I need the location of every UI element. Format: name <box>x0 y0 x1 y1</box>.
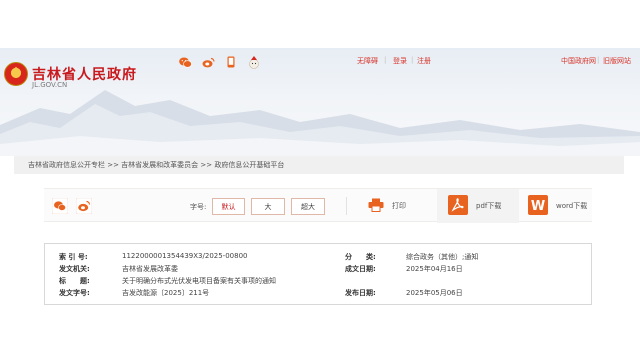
date-value: 2025年04月16日 <box>406 265 463 273</box>
index-value: 112200000135443​9X3/2025-00800 <box>122 252 248 260</box>
breadcrumb-bar: 吉林省政府信息公开专栏 >> 吉林省发展和改革委员会 >> 政府信息公开基础平台 <box>14 156 624 174</box>
word-download-button[interactable]: W word下载 <box>528 195 587 217</box>
pdf-icon <box>448 195 468 217</box>
weibo-icon[interactable] <box>201 55 215 69</box>
register-link[interactable]: 注册 <box>417 56 431 66</box>
page: 吉林省人民政府 JL.GOV.CN 无障碍 | 登录 | 注册 中国政府网 | … <box>0 0 640 360</box>
toolbar-divider <box>346 197 347 215</box>
font-default-button[interactable]: 默认 <box>212 198 245 215</box>
document-info-table: 索 引 号: 112200000135443​9X3/2025-00800 分 … <box>44 243 592 305</box>
print-label: 打印 <box>392 202 406 210</box>
link-separator: | <box>597 56 600 64</box>
printer-icon <box>368 198 384 214</box>
national-emblem-icon <box>4 62 28 86</box>
font-xlarge-button[interactable]: 超大 <box>291 198 325 215</box>
site-domain: JL.GOV.CN <box>32 81 68 89</box>
title-value: 关于明确分布式光伏发电项目备案有关事项的通知 <box>122 277 276 285</box>
docno-value: 吉发改能源〔2025〕211号 <box>122 289 210 297</box>
info-row: 索 引 号: 112200000135443​9X3/2025-00800 分 … <box>45 252 593 264</box>
svg-text:W: W <box>531 199 545 214</box>
mascot-icon[interactable] <box>247 55 261 69</box>
info-row: 标 题: 关于明确分布式光伏发电项目备案有关事项的通知 <box>45 276 593 288</box>
article-toolbar: 字号: 默认 大 超大 打印 pdf下载 W word下载 <box>44 188 592 223</box>
print-button[interactable]: 打印 <box>368 195 406 217</box>
publish-label: 发布日期: <box>345 289 376 297</box>
word-label: word下载 <box>556 202 588 210</box>
link-separator: | <box>411 56 414 64</box>
login-link[interactable]: 登录 <box>393 56 407 66</box>
title-label: 标 题: <box>59 277 90 285</box>
pdf-download-button[interactable]: pdf下载 <box>448 195 501 217</box>
old-version-link[interactable]: 旧版网站 <box>603 56 631 66</box>
docno-label: 发文字号: <box>59 289 90 297</box>
category-label: 分 类: <box>345 253 376 261</box>
wechat-icon[interactable] <box>178 55 192 69</box>
china-gov-link[interactable]: 中国政府网 <box>561 56 596 66</box>
index-label: 索 引 号: <box>59 253 88 261</box>
issuer-label: 发文机关: <box>59 265 90 273</box>
date-label: 成文日期: <box>345 265 376 273</box>
font-large-button[interactable]: 大 <box>251 198 285 215</box>
issuer-value: 吉林省发展改革委 <box>122 265 178 273</box>
link-separator: | <box>384 56 387 64</box>
font-size-label: 字号: <box>190 203 207 211</box>
info-row: 发文机关: 吉林省发展改革委 成文日期: 2025年04月16日 <box>45 264 593 276</box>
share-weibo-icon[interactable] <box>75 197 93 215</box>
info-row: 发文字号: 吉发改能源〔2025〕211号 发布日期: 2025年05月06日 <box>45 288 593 300</box>
site-header: 吉林省人民政府 JL.GOV.CN 无障碍 | 登录 | 注册 中国政府网 | … <box>0 48 640 156</box>
header-social-icons <box>178 54 261 70</box>
accessibility-link[interactable]: 无障碍 <box>357 56 378 66</box>
publish-value: 2025年05月06日 <box>406 289 463 297</box>
word-icon: W <box>528 195 548 217</box>
share-wechat-icon[interactable] <box>51 197 69 215</box>
breadcrumb[interactable]: 吉林省政府信息公开专栏 >> 吉林省发展和改革委员会 >> 政府信息公开基础平台 <box>28 160 284 170</box>
category-value: 综合政务（其他）;通知 <box>406 253 479 261</box>
mobile-icon[interactable] <box>224 55 238 69</box>
pdf-label: pdf下载 <box>476 202 502 210</box>
